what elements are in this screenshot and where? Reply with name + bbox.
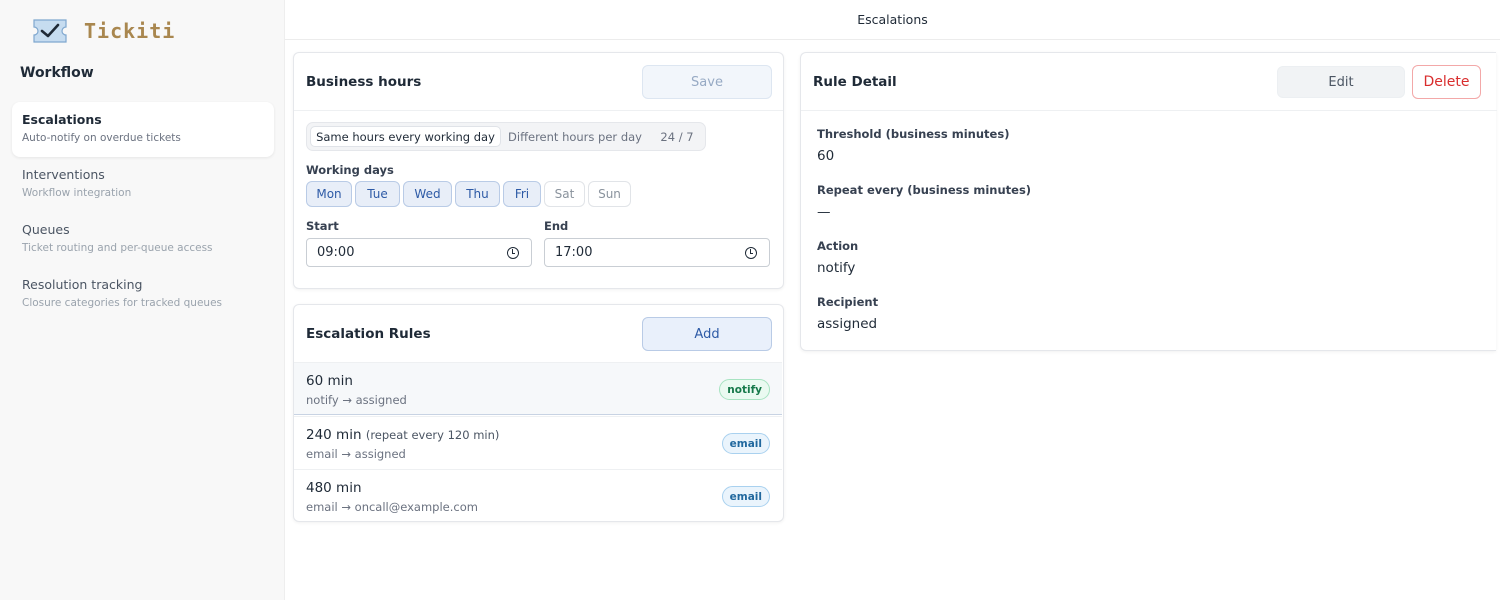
rule-subtitle: notify → assigned <box>306 393 407 407</box>
card-divider <box>294 110 783 111</box>
repeat-value: — <box>817 204 831 220</box>
rule-detail-card: Rule Detail Edit Delete Threshold (busin… <box>800 52 1497 351</box>
ticket-check-icon <box>32 18 68 44</box>
end-time-value: 17:00 <box>555 245 593 260</box>
clock-icon[interactable] <box>507 247 519 259</box>
rule-row-60[interactable]: 60 min notify → assigned notify <box>294 362 782 415</box>
sidebar-item-resolution-tracking[interactable]: Resolution tracking Closure categories f… <box>12 267 274 322</box>
rule-action-badge: email <box>721 486 770 507</box>
action-label: Action <box>817 239 859 253</box>
sidebar-item-title: Escalations <box>22 112 102 127</box>
clock-icon[interactable] <box>745 247 757 259</box>
rule-title: 480 min <box>306 480 362 496</box>
save-button[interactable]: Save <box>642 65 772 99</box>
threshold-label: Threshold (business minutes) <box>817 127 1010 141</box>
rule-row-240[interactable]: 240 min (repeat every 120 min) email → a… <box>294 416 782 469</box>
rule-action-badge: notify <box>719 379 770 400</box>
sidebar-item-escalations[interactable]: Escalations Auto-notify on overdue ticke… <box>12 102 274 157</box>
rule-title: 240 min (repeat every 120 min) <box>306 427 499 443</box>
rule-action-badge: email <box>721 433 770 454</box>
hours-mode-selector: Same hours every working day Different h… <box>306 122 706 151</box>
edit-button[interactable]: Edit <box>1277 66 1405 98</box>
rule-repeat: (repeat every 120 min) <box>365 428 500 442</box>
day-toggle-mon[interactable]: Mon <box>306 181 352 207</box>
rule-row-480[interactable]: 480 min email → oncall@example.com email <box>294 469 782 522</box>
add-rule-button[interactable]: Add <box>642 317 772 351</box>
end-time-input[interactable]: 17:00 <box>544 238 770 267</box>
sidebar-item-interventions[interactable]: Interventions Workflow integration <box>12 157 274 212</box>
rule-subtitle: email → oncall@example.com <box>306 500 478 514</box>
rule-threshold: 480 min <box>306 480 362 496</box>
sidebar-item-queues[interactable]: Queues Ticket routing and per-queue acce… <box>12 212 274 267</box>
start-label: Start <box>306 219 339 233</box>
sidebar-nav: Escalations Auto-notify on overdue ticke… <box>12 102 274 322</box>
mode-24-7[interactable]: 24 / 7 <box>651 126 703 147</box>
sidebar-heading: Workflow <box>20 65 94 81</box>
recipient-value: assigned <box>817 316 878 332</box>
day-toggle-fri[interactable]: Fri <box>503 181 541 207</box>
sidebar: Tickiti Workflow Escalations Auto-notify… <box>0 0 285 600</box>
business-hours-title: Business hours <box>306 74 422 90</box>
sidebar-item-title: Queues <box>22 222 70 237</box>
start-time-input[interactable]: 09:00 <box>306 238 532 267</box>
day-toggle-wed[interactable]: Wed <box>403 181 452 207</box>
day-toggle-sun[interactable]: Sun <box>588 181 631 207</box>
delete-button[interactable]: Delete <box>1412 65 1481 99</box>
sidebar-item-subtitle: Auto-notify on overdue tickets <box>22 132 181 144</box>
escalation-rules-card: Escalation Rules Add 60 min notify → ass… <box>293 304 784 522</box>
page-header: Escalations <box>285 0 1500 40</box>
business-hours-card: Business hours Save Same hours every wor… <box>293 52 784 289</box>
sidebar-item-title: Interventions <box>22 167 105 182</box>
sidebar-item-subtitle: Workflow integration <box>22 187 132 199</box>
escalation-rules-title: Escalation Rules <box>306 326 431 342</box>
action-value: notify <box>817 260 856 276</box>
end-label: End <box>544 219 569 233</box>
repeat-label: Repeat every (business minutes) <box>817 183 1032 197</box>
sidebar-item-subtitle: Closure categories for tracked queues <box>22 297 223 309</box>
card-divider <box>801 110 1497 111</box>
start-time-value: 09:00 <box>317 245 355 260</box>
rule-detail-title: Rule Detail <box>813 74 897 90</box>
app-logo[interactable]: Tickiti <box>32 18 175 44</box>
working-days-label: Working days <box>306 163 394 177</box>
day-toggle-tue[interactable]: Tue <box>355 181 400 207</box>
mode-same-hours[interactable]: Same hours every working day <box>310 126 501 147</box>
sidebar-item-subtitle: Ticket routing and per-queue access <box>22 242 213 254</box>
day-toggle-sat[interactable]: Sat <box>544 181 585 207</box>
mode-different-hours[interactable]: Different hours per day <box>505 126 645 147</box>
rule-threshold: 240 min <box>306 427 362 443</box>
day-toggle-thu[interactable]: Thu <box>455 181 500 207</box>
rule-threshold: 60 min <box>306 373 353 389</box>
rule-subtitle: email → assigned <box>306 447 406 461</box>
page-title: Escalations <box>857 12 928 27</box>
rule-title: 60 min <box>306 373 353 389</box>
recipient-label: Recipient <box>817 295 879 309</box>
sidebar-item-title: Resolution tracking <box>22 277 143 292</box>
threshold-value: 60 <box>817 148 835 164</box>
app-name: Tickiti <box>84 19 176 43</box>
